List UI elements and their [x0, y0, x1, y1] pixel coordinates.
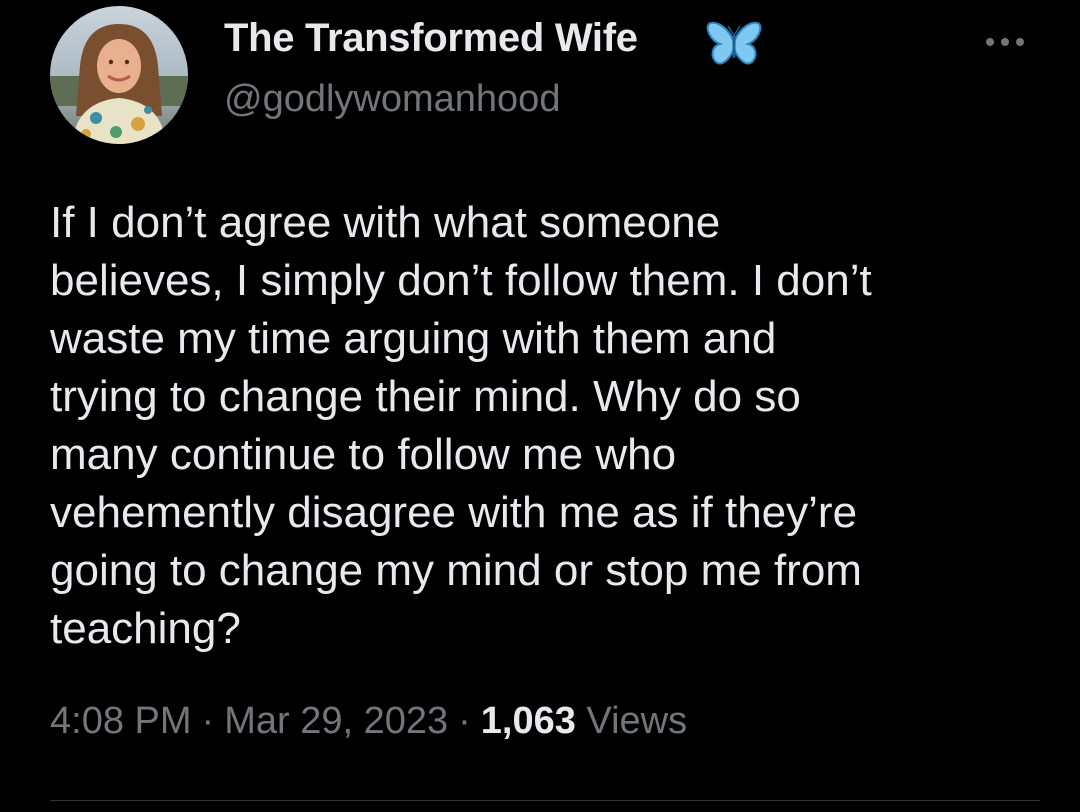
meta-separator: ·	[458, 700, 471, 742]
tweet-time[interactable]: 4:08 PM	[50, 700, 192, 742]
avatar-image	[50, 6, 188, 144]
user-handle[interactable]: @godlywomanhood	[224, 78, 560, 121]
tweet-text: If I don’t agree with what someone belie…	[50, 198, 872, 653]
display-name[interactable]: The Transformed Wife	[224, 16, 638, 61]
more-options-icon[interactable]	[980, 22, 1030, 62]
tweet-metadata: 4:08 PM · Mar 29, 2023 · 1,063 Views	[50, 700, 687, 743]
tweet-container: The Transformed Wife @godlywomanhood If …	[0, 0, 1080, 812]
views-label: Views	[586, 700, 688, 742]
tweet-date[interactable]: Mar 29, 2023	[224, 700, 448, 742]
divider	[50, 800, 1040, 801]
views-count: 1,063	[480, 700, 576, 742]
avatar[interactable]	[50, 6, 188, 144]
butterfly-icon	[706, 20, 762, 70]
meta-separator: ·	[201, 700, 215, 742]
